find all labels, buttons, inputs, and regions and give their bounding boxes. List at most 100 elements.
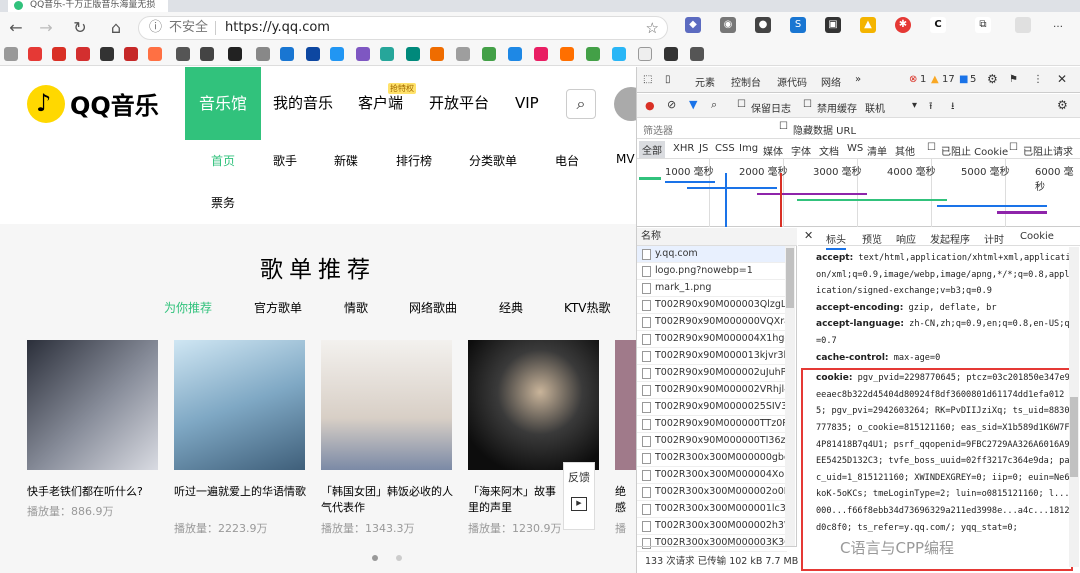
request-name[interactable]: T002R90x90M000013kjvr3lic bbox=[655, 350, 787, 361]
type-font[interactable]: 字体 bbox=[791, 143, 811, 158]
inspect-icon[interactable]: ⬚ bbox=[643, 74, 652, 85]
warning-icon[interactable]: ▲ bbox=[931, 74, 939, 85]
bookmark-mi-icon[interactable] bbox=[560, 47, 574, 61]
request-row[interactable]: T002R300x300M000002o0KB bbox=[637, 484, 787, 501]
bookmark-camera-icon[interactable] bbox=[690, 47, 704, 61]
request-row[interactable]: T002R90x90M000003QlzgL33 bbox=[637, 297, 787, 314]
request-name[interactable]: mark_1.png bbox=[655, 282, 711, 293]
info-icon[interactable]: ■ bbox=[959, 74, 968, 85]
type-doc[interactable]: 文档 bbox=[819, 143, 839, 158]
request-name[interactable]: T002R90x90M000000VQXra2F bbox=[655, 316, 787, 327]
bookmark-arrow-icon[interactable] bbox=[4, 47, 18, 61]
request-name[interactable]: T002R300x300M000001lc3Ak bbox=[655, 503, 787, 514]
request-name[interactable]: T002R90x90M000002VRhjl4O bbox=[655, 384, 787, 395]
bookmark-user-icon[interactable] bbox=[664, 47, 678, 61]
network-timeline[interactable]: 1000 毫秒 2000 毫秒 3000 毫秒 4000 毫秒 5000 毫秒 … bbox=[637, 159, 1080, 227]
tab-elements[interactable]: 元素 bbox=[695, 74, 715, 89]
disable-cache-checkbox[interactable]: ☐ bbox=[803, 99, 812, 110]
info-count[interactable]: 5 bbox=[970, 74, 976, 85]
request-row[interactable]: T002R90x90M000000TI36z4X bbox=[637, 433, 787, 450]
bookmark-cloud-icon[interactable] bbox=[380, 47, 394, 61]
request-name[interactable]: T002R90x90M000002uJuhP3c bbox=[655, 367, 787, 378]
bookmark-page-icon[interactable] bbox=[256, 47, 270, 61]
request-row[interactable]: T002R90x90M000002VRhjl4O bbox=[637, 382, 787, 399]
tab-network[interactable]: 网络 bbox=[821, 74, 841, 96]
category-official[interactable]: 官方歌单 bbox=[254, 299, 302, 316]
request-name[interactable]: T002R300x300M000002h3Wz bbox=[655, 520, 787, 531]
filter-icon[interactable]: ▼ bbox=[689, 98, 697, 111]
extension-bag-icon[interactable]: ● bbox=[755, 17, 771, 33]
bookmark-doc-icon[interactable] bbox=[638, 47, 652, 61]
close-icon[interactable]: ✕ bbox=[1057, 72, 1067, 86]
subnav-singer[interactable]: 歌手 bbox=[273, 152, 297, 169]
nav-open-platform[interactable]: 开放平台 bbox=[429, 67, 489, 140]
nav-client[interactable]: 客户端 bbox=[358, 67, 403, 140]
playlist-title[interactable]: 「海来阿木」故事里的声里 bbox=[468, 484, 560, 516]
bookmark-purple-icon[interactable] bbox=[356, 47, 370, 61]
playlist-cover[interactable] bbox=[174, 340, 305, 470]
info-icon[interactable]: ⓘ bbox=[149, 17, 162, 39]
bookmark-history-icon[interactable] bbox=[200, 47, 214, 61]
feedback-icon[interactable]: ⚑ bbox=[1009, 74, 1018, 85]
import-icon[interactable]: ⭱ bbox=[929, 99, 933, 116]
nav-music-hall[interactable]: 音乐馆 bbox=[185, 67, 261, 140]
extension-bug-icon[interactable]: ✱ bbox=[895, 17, 911, 33]
category-for-you[interactable]: 为你推荐 bbox=[164, 299, 212, 316]
bookmark-home-icon[interactable] bbox=[508, 47, 522, 61]
category-internet[interactable]: 网络歌曲 bbox=[409, 299, 457, 316]
filter-input[interactable]: 筛选器 bbox=[643, 122, 673, 137]
bookmark-sky-icon[interactable] bbox=[612, 47, 626, 61]
throttle-select[interactable]: 联机 bbox=[865, 100, 885, 115]
bookmark-mail-icon[interactable] bbox=[100, 47, 114, 61]
close-detail-icon[interactable]: ✕ bbox=[804, 229, 813, 242]
feedback-label[interactable]: 反馈 bbox=[564, 463, 594, 485]
request-row[interactable]: T002R90x90M0000025SIV30k bbox=[637, 399, 787, 416]
carousel-dot[interactable] bbox=[372, 555, 378, 561]
playlist-cover[interactable] bbox=[321, 340, 452, 470]
request-name[interactable]: T002R90x90M0000025SIV30k bbox=[655, 401, 787, 412]
avatar[interactable] bbox=[614, 87, 636, 121]
subnav-home[interactable]: 首页 bbox=[211, 152, 235, 169]
nav-my-music[interactable]: 我的音乐 bbox=[273, 67, 333, 140]
url-text[interactable]: https://y.qq.com bbox=[225, 17, 330, 39]
bookmark-teal-icon[interactable] bbox=[406, 47, 420, 61]
request-row[interactable]: T002R90x90M000000VQXra2F bbox=[637, 314, 787, 331]
type-manifest[interactable]: 清单 bbox=[867, 143, 887, 158]
search-icon[interactable]: ⌕ bbox=[711, 98, 717, 112]
profile-avatar[interactable] bbox=[1015, 17, 1031, 33]
request-row[interactable]: T002R300x300M000002h3Wz bbox=[637, 518, 787, 535]
bookmark-green-icon[interactable] bbox=[482, 47, 496, 61]
request-name[interactable]: logo.png?nowebp=1 bbox=[655, 265, 753, 276]
playlist-cover[interactable] bbox=[615, 340, 636, 470]
home-icon[interactable]: ⌂ bbox=[104, 17, 128, 39]
request-name[interactable]: T002R90x90M000000TTz0R2u bbox=[655, 418, 787, 429]
type-other[interactable]: 其他 bbox=[895, 143, 915, 158]
bookmark-weibo-icon[interactable] bbox=[76, 47, 90, 61]
request-name[interactable]: T002R300x300M000000gboW bbox=[655, 452, 787, 463]
error-icon[interactable]: ⊗ bbox=[909, 74, 917, 85]
category-classic[interactable]: 经典 bbox=[499, 299, 523, 316]
blocked-requests-checkbox[interactable]: ☐ bbox=[1009, 142, 1018, 153]
detail-scrollbar[interactable] bbox=[1069, 247, 1079, 567]
type-ws[interactable]: WS bbox=[847, 143, 863, 154]
type-all[interactable]: 全部 bbox=[639, 141, 665, 158]
type-media[interactable]: 媒体 bbox=[763, 143, 783, 158]
playlist-title[interactable]: 听过一遍就爱上的华语情歌 bbox=[174, 484, 312, 516]
logo-text[interactable]: QQ音乐 bbox=[70, 86, 159, 121]
tab-console[interactable]: 控制台 bbox=[731, 74, 761, 89]
bookmark-puzzle-icon[interactable] bbox=[176, 47, 190, 61]
extension-puzzle-icon[interactable]: ▣ bbox=[825, 17, 841, 33]
subnav-mv[interactable]: MV bbox=[616, 152, 635, 166]
request-name[interactable]: T002R90x90M000000TI36z4X bbox=[655, 435, 787, 446]
type-css[interactable]: CSS bbox=[715, 143, 735, 154]
scrollbar-thumb[interactable] bbox=[1070, 397, 1078, 477]
bookmark-hot-icon[interactable] bbox=[28, 47, 42, 61]
bookmark-github-icon[interactable] bbox=[228, 47, 242, 61]
scrollbar-thumb[interactable] bbox=[786, 248, 794, 308]
subnav-new-album[interactable]: 新碟 bbox=[334, 152, 358, 169]
play-video-icon[interactable]: ▶ bbox=[571, 497, 587, 511]
forward-icon[interactable]: → bbox=[34, 17, 58, 39]
request-row[interactable]: y.qq.com bbox=[637, 246, 787, 263]
collections-icon[interactable]: ⧉ bbox=[975, 17, 991, 33]
chevron-down-icon[interactable]: ▾ bbox=[912, 100, 917, 111]
